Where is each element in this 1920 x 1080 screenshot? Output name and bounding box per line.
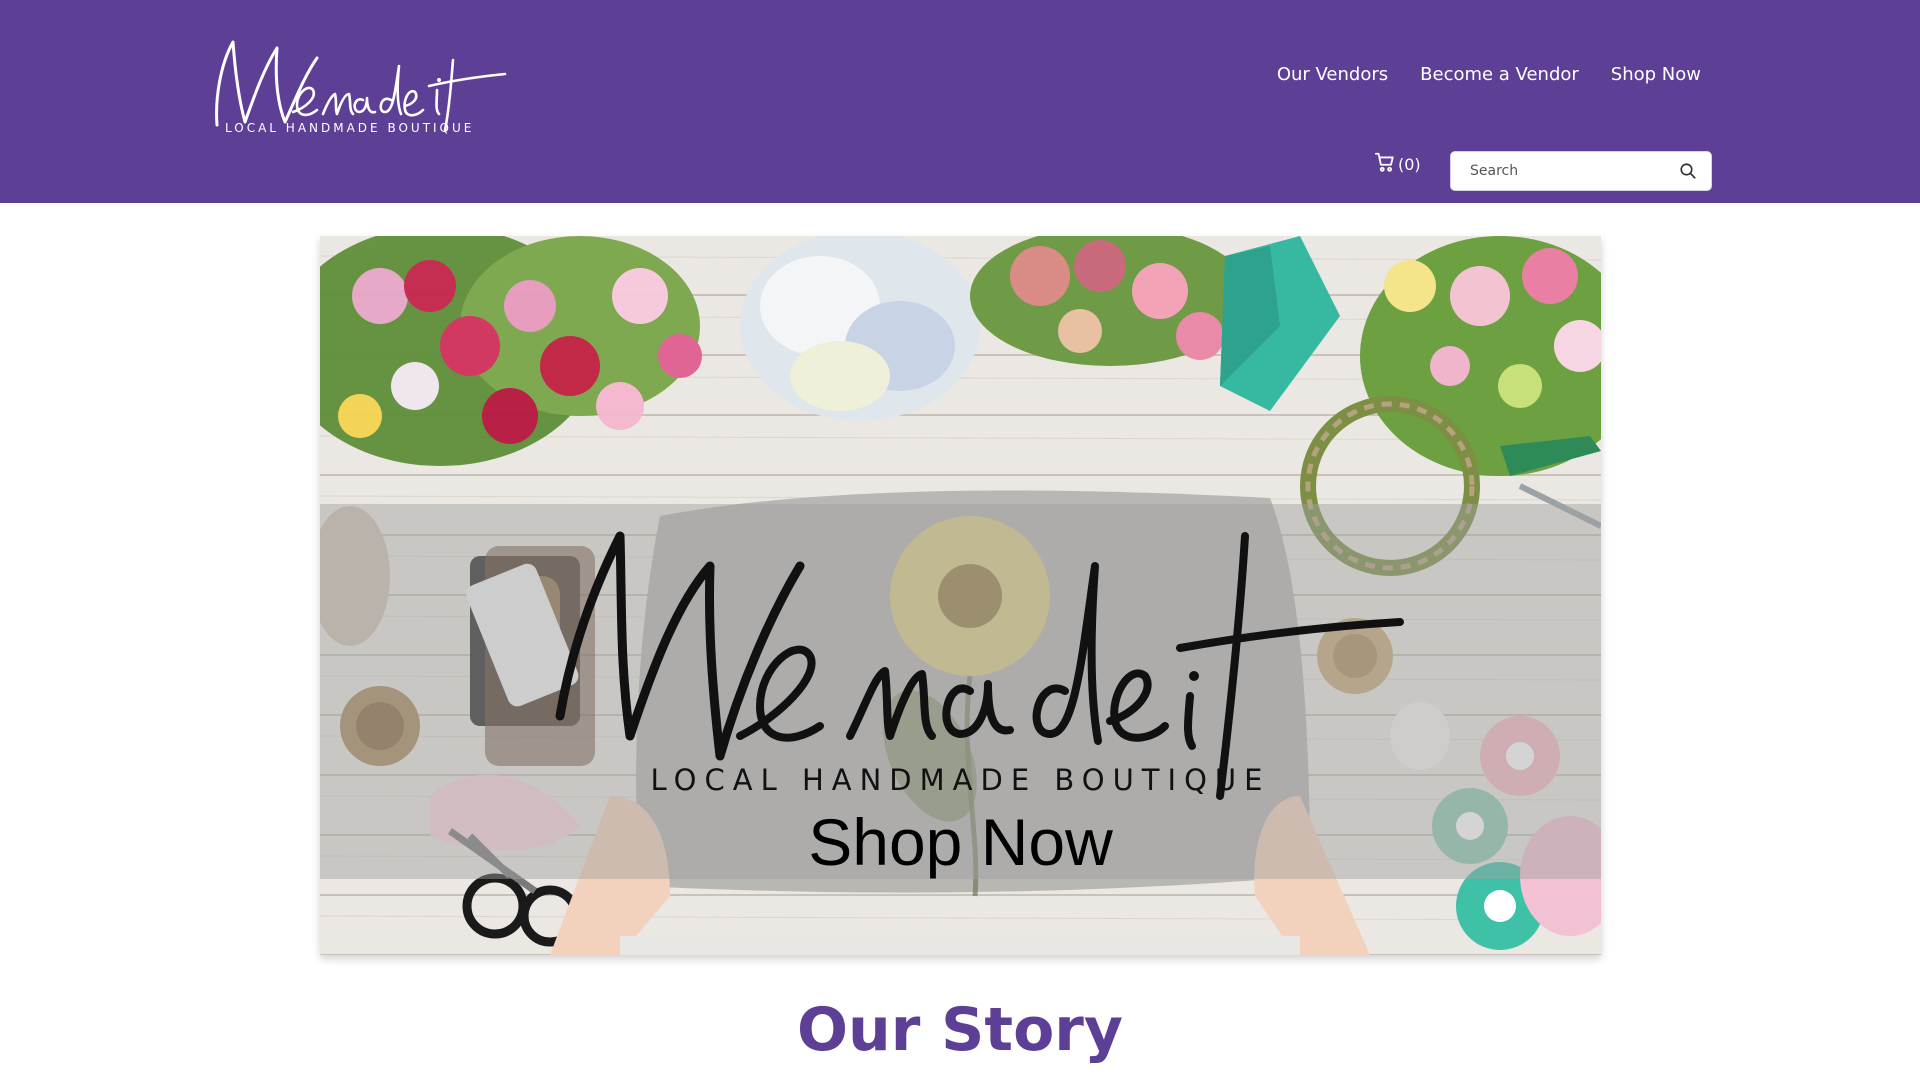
hero-banner[interactable]: LOCAL HANDMADE BOUTIQUE Shop Now bbox=[320, 236, 1601, 955]
logo-subtitle: LOCAL HANDMADE BOUTIQUE bbox=[225, 121, 475, 135]
brand-logo[interactable]: LOCAL HANDMADE BOUTIQUE bbox=[205, 30, 515, 140]
our-story-heading: Our Story bbox=[796, 995, 1123, 1065]
nav-our-vendors[interactable]: Our Vendors bbox=[1277, 64, 1388, 85]
cart-count: (0) bbox=[1398, 155, 1421, 174]
search-input[interactable] bbox=[1470, 153, 1680, 189]
main-nav: Our Vendors Become a Vendor Shop Now bbox=[1277, 64, 1701, 85]
site-header: LOCAL HANDMADE BOUTIQUE Our Vendors Beco… bbox=[0, 0, 1920, 203]
search-icon[interactable] bbox=[1679, 162, 1697, 185]
hero-shop-now[interactable]: Shop Now bbox=[320, 804, 1601, 880]
cart-icon bbox=[1374, 151, 1396, 178]
hero-subtitle: LOCAL HANDMADE BOUTIQUE bbox=[650, 763, 1271, 797]
search-box bbox=[1450, 151, 1712, 191]
cart-button[interactable]: (0) bbox=[1374, 151, 1421, 178]
nav-shop-now[interactable]: Shop Now bbox=[1611, 64, 1701, 85]
nav-become-a-vendor[interactable]: Become a Vendor bbox=[1420, 64, 1579, 85]
